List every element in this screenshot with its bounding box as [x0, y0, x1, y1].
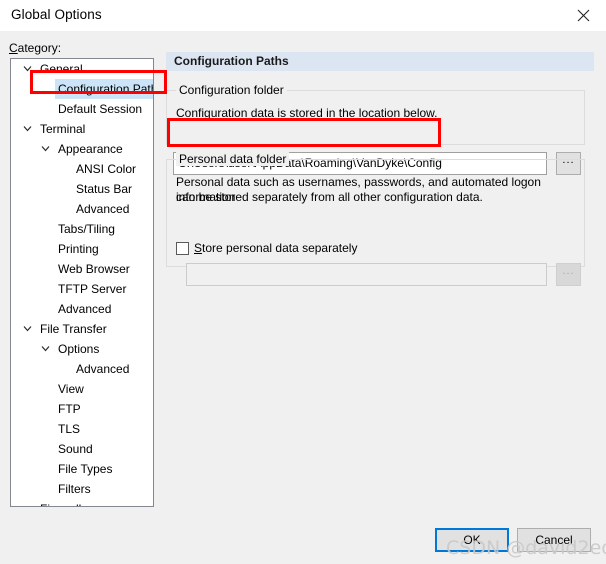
sidebar-item-file-transfer[interactable]: File Transfer — [11, 319, 153, 339]
sidebar-item-tftp-server[interactable]: TFTP Server — [11, 279, 153, 299]
category-label: Category: — [9, 41, 61, 55]
chevron-down-icon[interactable] — [19, 59, 35, 79]
checkbox-box-icon — [176, 241, 189, 255]
sidebar-item-view[interactable]: View — [11, 379, 153, 399]
chevron-down-icon[interactable] — [19, 119, 35, 139]
sidebar-item-label: Appearance — [58, 142, 123, 156]
ok-button[interactable]: OK — [435, 528, 509, 552]
chevron-down-icon[interactable] — [19, 319, 35, 339]
category-label-accel: C — [9, 41, 18, 55]
sidebar-item-sound[interactable]: Sound — [11, 439, 153, 459]
pane-header: Configuration Paths — [166, 52, 594, 71]
close-icon — [577, 9, 590, 22]
sidebar-item-label: TFTP Server — [58, 282, 127, 296]
sidebar-item-advanced[interactable]: Advanced — [11, 359, 153, 379]
sidebar-item-general[interactable]: General — [11, 59, 153, 79]
sidebar-item-label: Sound — [58, 442, 93, 456]
sidebar-item-label: Web Browser — [58, 262, 130, 276]
cancel-button[interactable]: Cancel — [517, 528, 591, 552]
personal-path-input — [186, 263, 547, 286]
personal-browse-button: ... — [556, 263, 581, 286]
sidebar-item-label: Printing — [58, 242, 99, 256]
title-bar: Global Options — [0, 0, 606, 32]
sidebar-item-label: View — [58, 382, 84, 396]
category-label-rest: ategory: — [17, 41, 62, 55]
sidebar-item-label: Tabs/Tiling — [58, 222, 115, 236]
sidebar-item-label: Options — [58, 342, 100, 356]
store-personal-data-label: Store personal data separately — [194, 241, 357, 255]
sidebar-item-label: FTP — [58, 402, 81, 416]
sidebar-item-label: TLS — [58, 422, 81, 436]
configuration-folder-title: Configuration folder — [176, 83, 287, 97]
sidebar-item-label: Default Session — [58, 102, 143, 116]
sidebar-item-label: Status Bar — [76, 182, 133, 196]
sidebar-item-advanced[interactable]: Advanced — [11, 299, 153, 319]
sidebar-item-default-session[interactable]: Default Session — [11, 99, 153, 119]
sidebar-item-label: Filters — [58, 482, 91, 496]
sidebar-item-label: General — [40, 62, 83, 76]
sidebar-item-status-bar[interactable]: Status Bar — [11, 179, 153, 199]
sidebar-item-label: Advanced — [76, 202, 130, 216]
sidebar-item-printing[interactable]: Printing — [11, 239, 153, 259]
store-personal-data-accel: S — [194, 241, 203, 255]
pane-title: Configuration Paths — [174, 54, 289, 68]
category-tree[interactable]: General Configuration Paths Default Sessio… — [10, 58, 154, 507]
sidebar-item-label: File Types — [58, 462, 113, 476]
sidebar-item-appearance[interactable]: Appearance — [11, 139, 153, 159]
store-personal-data-rest: tore personal data separately — [202, 241, 358, 255]
sidebar-item-filters[interactable]: Filters — [11, 479, 153, 499]
sidebar-item-advanced[interactable]: Advanced — [11, 199, 153, 219]
sidebar-item-terminal[interactable]: Terminal — [11, 119, 153, 139]
sidebar-item-configuration-paths[interactable]: Configuration Paths — [11, 79, 153, 99]
sidebar-item-options[interactable]: Options — [11, 339, 153, 359]
personal-data-folder-title: Personal data folder — [176, 152, 290, 166]
sidebar-item-label: Configuration Paths — [55, 79, 153, 99]
window-title: Global Options — [11, 7, 102, 22]
sidebar-item-ftp[interactable]: FTP — [11, 399, 153, 419]
chevron-down-icon[interactable] — [37, 339, 53, 359]
sidebar-item-ansi-color[interactable]: ANSI Color — [11, 159, 153, 179]
sidebar-item-label: Terminal — [40, 122, 86, 136]
sidebar-item-label: File Transfer — [40, 322, 107, 336]
sidebar-item-label: ANSI Color — [76, 162, 137, 176]
close-button[interactable] — [561, 0, 606, 31]
sidebar-item-file-types[interactable]: File Types — [11, 459, 153, 479]
ellipsis-icon: ... — [562, 265, 575, 277]
dialog-body: Category: General Configuration Paths Defa… — [0, 31, 606, 564]
chevron-down-icon[interactable] — [37, 139, 53, 159]
configuration-folder-description: Configuration data is stored in the loca… — [176, 106, 438, 120]
sidebar-item-tls[interactable]: TLS — [11, 419, 153, 439]
sidebar-item-web-browser[interactable]: Web Browser — [11, 259, 153, 279]
sidebar-item-label: Advanced — [76, 362, 130, 376]
content-pane: Configuration Paths — [166, 52, 594, 71]
sidebar-item-label: Advanced — [58, 302, 112, 316]
sidebar-item-firewall[interactable]: Firewall — [11, 499, 153, 506]
sidebar-item-tabs-tiling[interactable]: Tabs/Tiling — [11, 219, 153, 239]
store-personal-data-checkbox[interactable]: Store personal data separately — [176, 241, 357, 255]
sidebar-item-label: Firewall — [37, 499, 84, 506]
personal-data-description-line2: can be stored separately from all other … — [176, 190, 483, 204]
